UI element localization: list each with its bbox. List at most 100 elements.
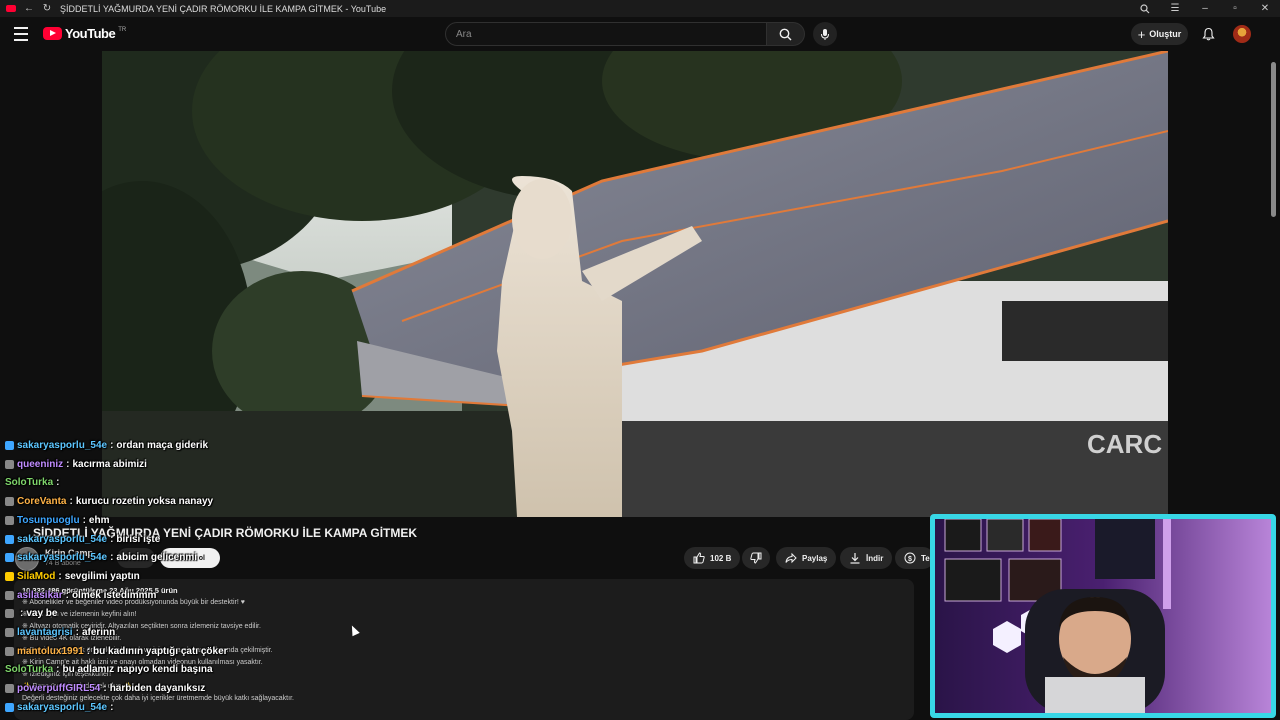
chat-username: sakaryasporlu_54e <box>17 440 108 451</box>
close-button[interactable]: ✕ <box>1250 0 1280 17</box>
search-input[interactable]: Ara <box>445 22 767 46</box>
back-icon[interactable]: ← <box>24 3 34 14</box>
chat-separator: : <box>75 627 79 638</box>
youtube-play-icon <box>43 27 62 40</box>
chat-separator: : <box>69 496 73 508</box>
chat-separator: : <box>82 514 86 526</box>
share-icon <box>785 552 797 564</box>
chat-username: mantolux1991 <box>17 645 84 657</box>
notifications-bell-icon[interactable] <box>1199 25 1217 43</box>
chat-username: sakaryasporlu_54e <box>17 552 108 564</box>
chat-badge-icon <box>5 702 14 712</box>
chat-username: lavantagrisi <box>17 627 73 638</box>
chat-text: ehm <box>88 514 110 526</box>
search-button[interactable] <box>767 22 805 46</box>
masthead: YouTube TR Ara + Oluştur <box>0 17 1280 51</box>
chat-badge-icon <box>5 590 14 600</box>
chat-message: CoreVanta: kurucu rozetin yoksa nanayy <box>5 496 213 507</box>
chat-badge-icon <box>5 534 14 544</box>
thanks-button[interactable]: $ Te <box>895 547 934 569</box>
share-button[interactable]: Paylaş <box>776 547 837 569</box>
chat-message: : vay be <box>5 608 57 619</box>
chat-message: Tosunpuoglu: ehm <box>5 515 109 526</box>
chat-message: sakaryasporlu_54e: birisi işte <box>5 534 160 545</box>
youtube-tab-icon <box>6 4 16 14</box>
thumbs-down-icon <box>750 552 762 564</box>
reload-icon[interactable]: ↻ <box>42 3 52 14</box>
chat-text: ölmek istedimmm <box>71 589 157 601</box>
thanks-label: Te <box>921 553 930 563</box>
chat-text: kacırma abimizi <box>72 458 147 470</box>
chat-separator: : <box>110 552 114 564</box>
chat-separator: : <box>110 533 114 545</box>
chat-separator: : <box>20 608 24 620</box>
account-avatar[interactable] <box>1233 25 1251 43</box>
chat-message: sakaryasporlu_54e: abicim gelicenmi <box>5 552 197 563</box>
chat-badge-icon <box>5 459 14 469</box>
chat-badge-icon <box>5 628 14 637</box>
download-icon <box>850 553 860 564</box>
chat-username: queeniniz <box>17 458 64 470</box>
chat-separator: : <box>58 570 62 582</box>
like-button[interactable]: 102 B <box>684 547 741 569</box>
chat-message: powerpuffGIRL54: harbiden dayanıksız <box>5 683 205 694</box>
chat-badge-icon <box>5 684 14 694</box>
chat-separator: : <box>103 683 107 695</box>
chat-username: Tosunpuoglu <box>17 514 80 526</box>
page-scrollbar[interactable] <box>1271 62 1276 217</box>
chat-text: bu kadının yaptığı çatı çöker <box>93 645 228 657</box>
thanks-icon: $ <box>904 552 916 564</box>
thumbs-up-icon <box>693 552 705 564</box>
chat-message: mantolux1991: bu kadının yaptığı çatı çök… <box>5 646 228 657</box>
chat-message: asilasikar: ölmek istedimmm <box>5 590 156 601</box>
plus-icon: + <box>1137 26 1146 42</box>
minimize-button[interactable]: – <box>1190 0 1220 17</box>
microphone-icon <box>821 28 829 40</box>
chat-message: SoloTurka: <box>5 477 63 488</box>
chat-message: sakaryasporlu_54e: <box>5 702 116 713</box>
chat-text: aferinn <box>81 627 116 638</box>
chat-message: queeniniz: kacırma abimizi <box>5 459 147 470</box>
chat-separator: : <box>56 477 60 489</box>
streamer-webcam <box>930 514 1276 718</box>
chat-text: sevgilimi yaptın <box>64 570 140 582</box>
menu-icon[interactable]: ☰ <box>1160 0 1190 17</box>
chat-badge-icon <box>5 553 14 563</box>
download-button[interactable]: İndir <box>840 547 893 569</box>
chat-badge-icon <box>5 571 14 581</box>
chat-message: SoloTurka: bu adlamız napıyo kendi başına <box>5 664 213 675</box>
zoom-icon[interactable] <box>1130 0 1160 17</box>
chat-text: kurucu rozetin yoksa nanayy <box>75 496 214 508</box>
chat-separator: : <box>110 701 114 713</box>
chat-separator: : <box>110 440 114 451</box>
chat-text: vay be <box>26 608 58 620</box>
hamburger-menu-icon[interactable] <box>14 27 28 41</box>
create-label: Oluştur <box>1149 29 1182 39</box>
chat-separator: : <box>86 645 91 657</box>
chat-badge-icon <box>5 497 14 507</box>
chat-badge-icon <box>5 441 14 450</box>
webcam-image <box>935 519 1271 713</box>
voice-search-button[interactable] <box>813 22 837 46</box>
download-label: İndir <box>866 553 884 563</box>
chat-text: bu adlamız napıyo kendi başına <box>62 664 213 676</box>
youtube-logo[interactable]: YouTube TR <box>43 26 126 41</box>
chat-text: abicim gelicenmi <box>116 552 198 564</box>
svg-text:$: $ <box>908 556 912 563</box>
chat-text: harbiden dayanıksız <box>109 683 206 695</box>
chat-separator: : <box>66 458 70 470</box>
chat-separator: : <box>65 589 69 601</box>
create-button[interactable]: + Oluştur <box>1131 23 1188 45</box>
window-titlebar: ← ↻ ŞİDDETLİ YAĞMURDA YENİ ÇADIR RÖMORKU… <box>0 0 1280 17</box>
chat-message: sakaryasporlu_54e: ordan maça giderik <box>5 440 208 451</box>
svg-text:CARC: CARC <box>1087 429 1162 459</box>
window-title: ŞİDDETLİ YAĞMURDA YENİ ÇADIR RÖMORKU İLE… <box>60 3 387 14</box>
logo-text: YouTube <box>65 26 116 41</box>
search-icon <box>779 28 792 40</box>
chat-separator: : <box>56 664 60 676</box>
like-count: 102 B <box>710 553 732 563</box>
chat-overlay: sakaryasporlu_54e: ordan maça giderik quee… <box>0 440 420 720</box>
chat-username: CoreVanta <box>17 496 67 508</box>
dislike-button[interactable] <box>742 547 770 569</box>
maximize-button[interactable]: ▫ <box>1220 0 1250 17</box>
